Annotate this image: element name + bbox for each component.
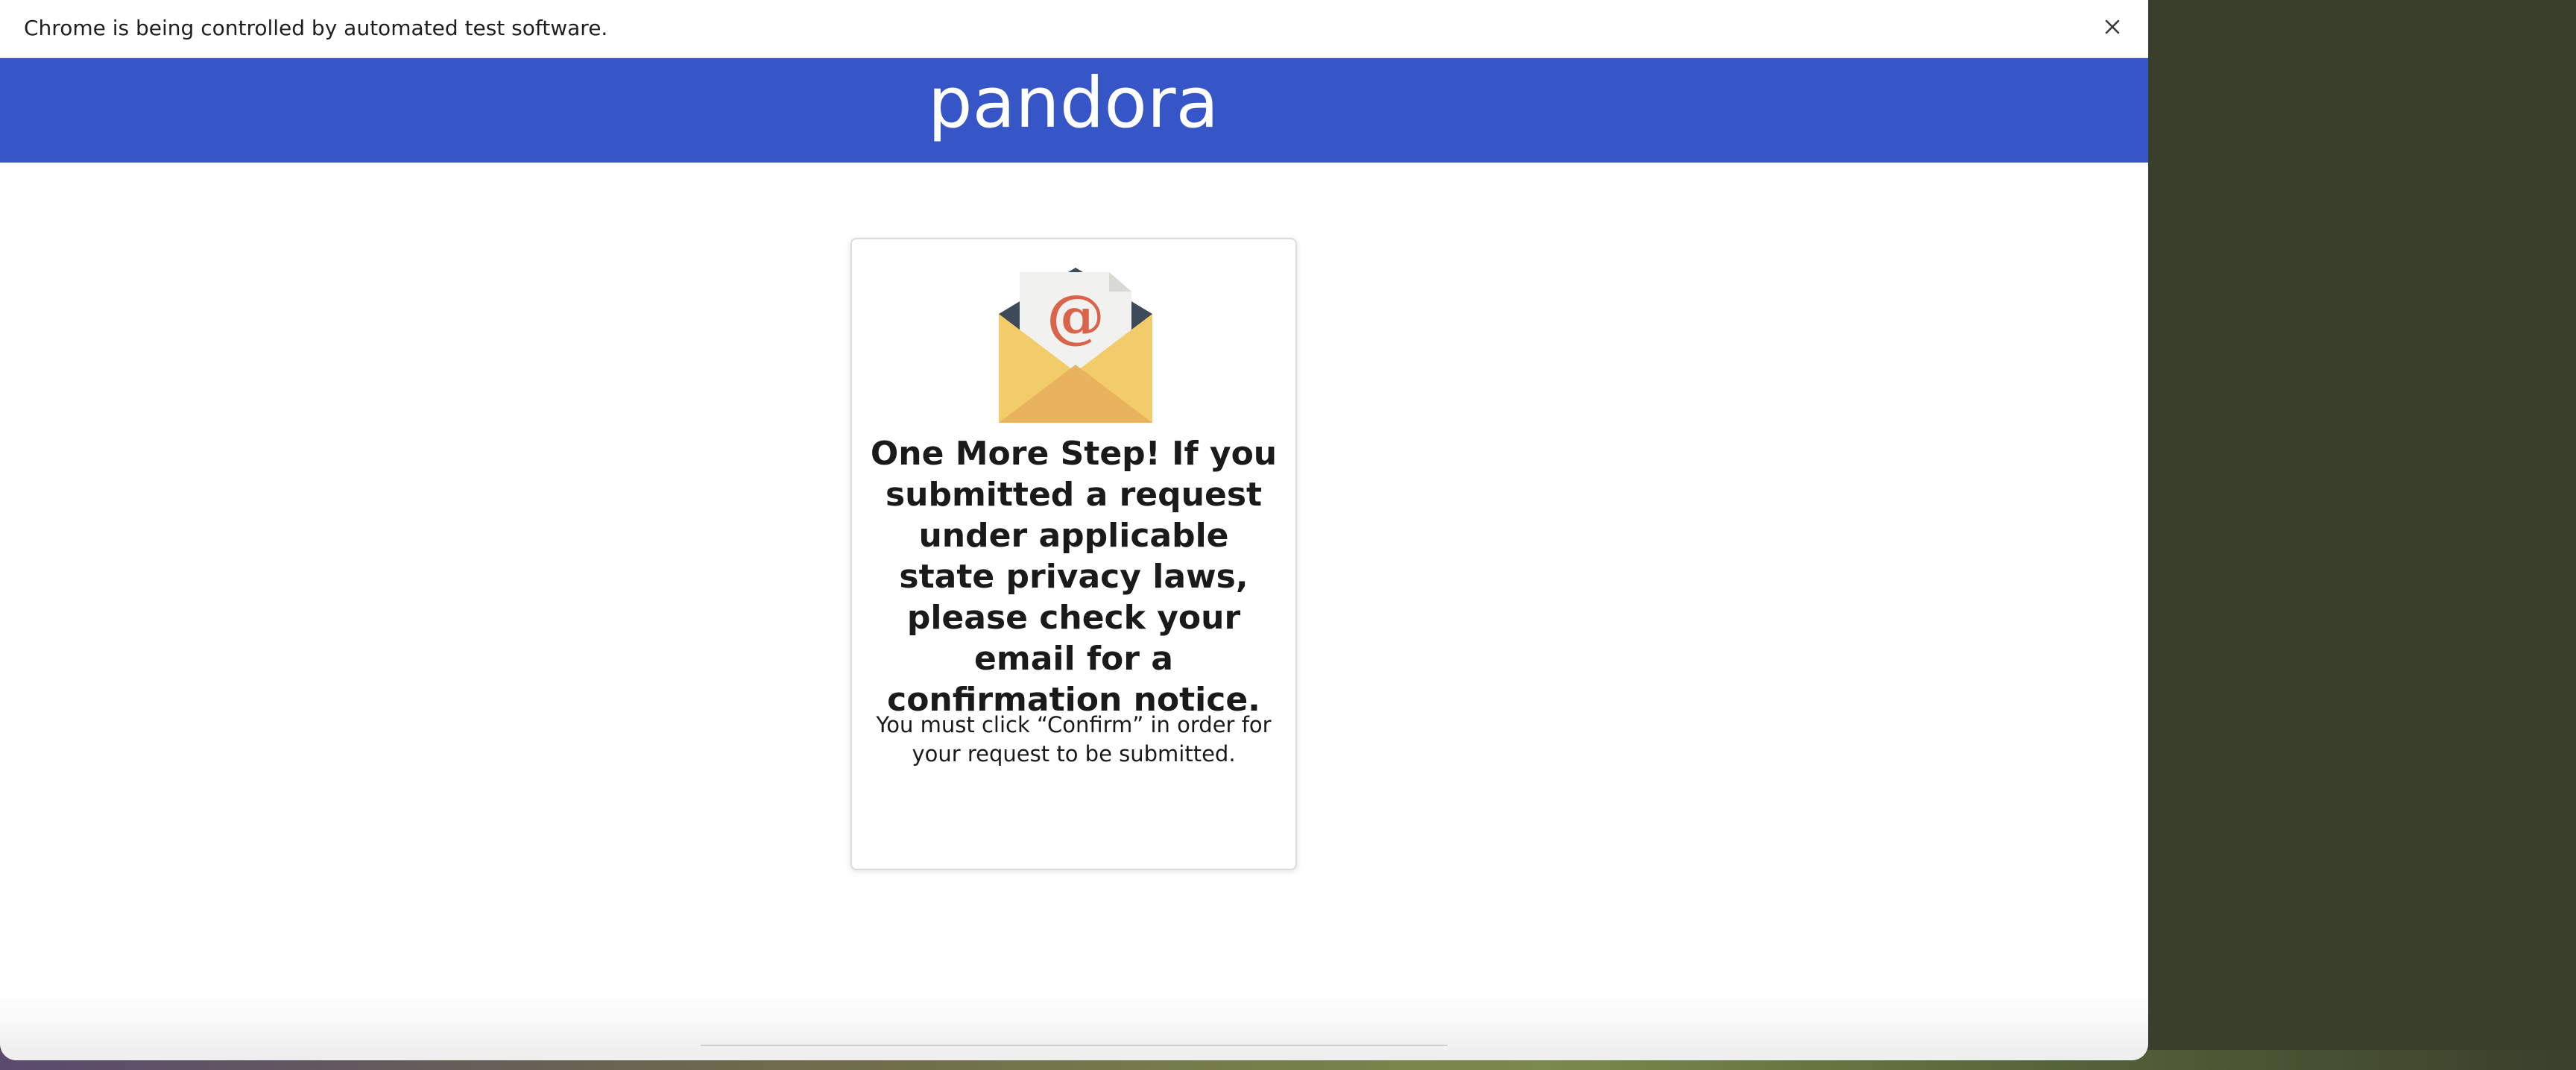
page-header: pandora — [0, 58, 2148, 163]
browser-window: Chrome is being controlled by automated … — [0, 0, 2148, 1060]
confirmation-card: @ One More Step! If you submitted a requ… — [850, 238, 1297, 870]
email-envelope-icon: @ — [999, 268, 1152, 423]
infobar-message: Chrome is being controlled by automated … — [24, 16, 608, 40]
svg-text:pandora: pandora — [928, 73, 1219, 144]
infobar-close-button[interactable] — [2096, 10, 2129, 43]
close-icon — [2105, 19, 2120, 34]
bottom-overlay-fade — [0, 992, 2148, 1060]
automation-infobar: Chrome is being controlled by automated … — [0, 0, 2148, 58]
pandora-logo[interactable]: pandora — [924, 73, 1222, 148]
bottom-divider — [701, 1045, 1448, 1046]
svg-text:@: @ — [1046, 283, 1105, 350]
confirmation-heading: One More Step! If you submitted a reques… — [870, 435, 1278, 719]
confirmation-instructions: You must click “Confirm” in order for yo… — [876, 712, 1272, 767]
